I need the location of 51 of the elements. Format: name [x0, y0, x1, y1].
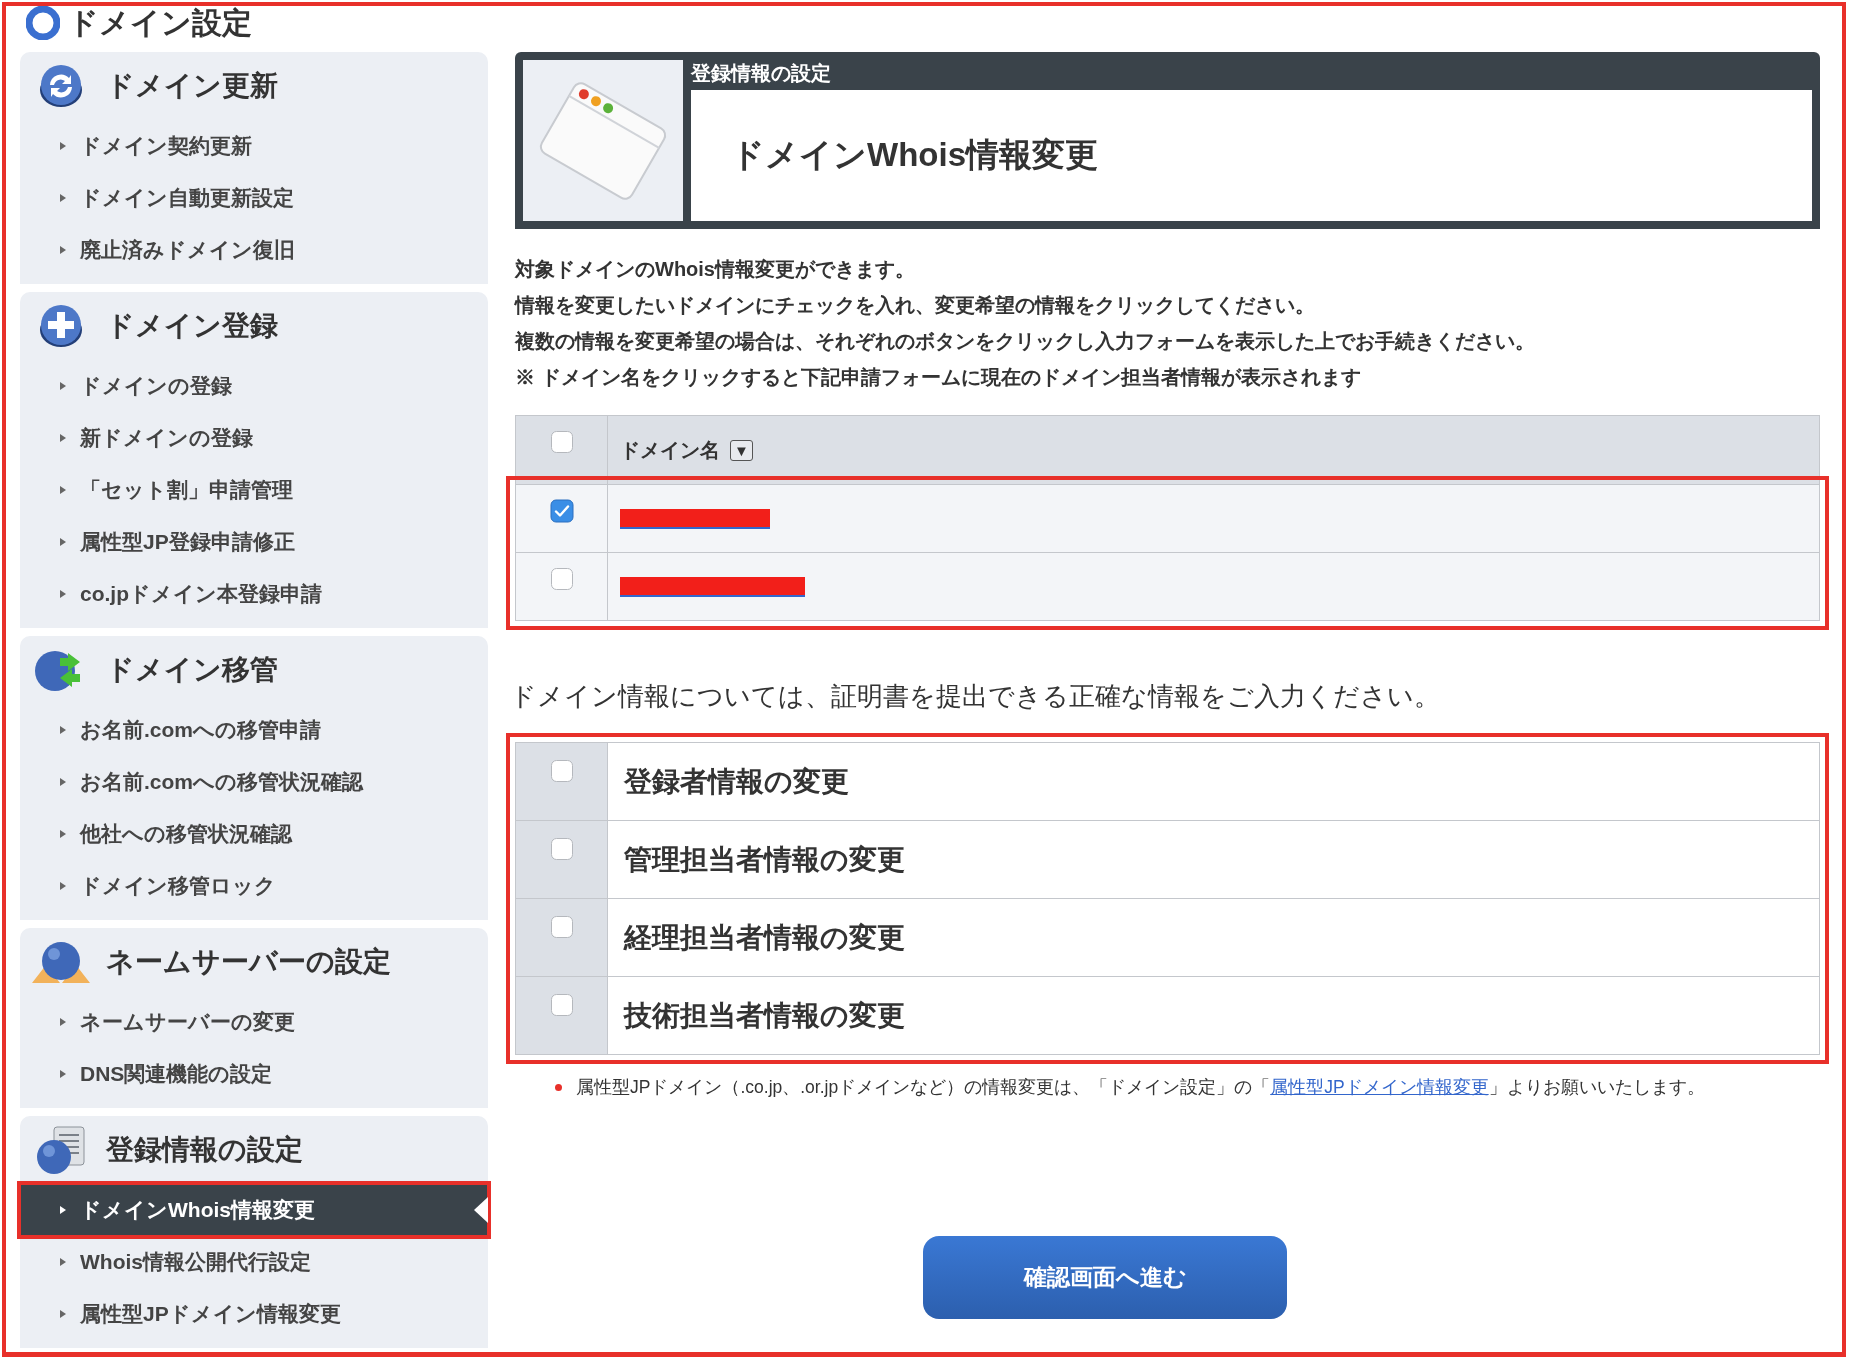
sidebar-item[interactable]: ドメイン自動更新設定 [20, 172, 488, 224]
sidebar-heading: ネームサーバーの設定 [106, 945, 391, 979]
checkbox[interactable] [549, 837, 574, 861]
checkbox[interactable] [549, 430, 574, 454]
sidebar-item[interactable]: ドメイン移管ロック [20, 860, 488, 912]
confirm-button[interactable]: 確認画面へ進む [923, 1236, 1287, 1319]
header-category: 登録情報の設定 [691, 61, 832, 86]
option-label[interactable]: 技術担当者情報の変更 [624, 996, 905, 1035]
sidebar-item[interactable]: co.jpドメイン本登録申請 [20, 568, 488, 620]
sidebar-item[interactable]: Whois情報公開代行設定 [20, 1236, 488, 1288]
checkbox[interactable] [549, 759, 574, 783]
option-label[interactable]: 登録者情報の変更 [624, 762, 849, 801]
description-line: ※ ドメイン名をクリックすると下記申請フォームに現在のドメイン担当者情報が表示されます [515, 365, 1362, 390]
sidebar-item[interactable]: お名前.comへの移管申請 [20, 704, 488, 756]
checkbox[interactable] [549, 567, 574, 591]
description-line: 複数の情報を変更希望の場合は、それぞれのボタンをクリックし入力フォームを表示した上でお手続きください。 [515, 329, 1536, 354]
note-text: 属性型JPドメイン（.co.jp、.or.jpドメインなど）の情報変更は、「ドメイン設定」の「属性型JPドメイン情報変更」よりお願いいたします。 [576, 1076, 1705, 1099]
sidebar-item[interactable]: ネームサーバーの変更 [20, 996, 488, 1048]
sidebar-item[interactable]: DNS関連機能の設定 [20, 1048, 488, 1100]
server-globe-icon [30, 939, 92, 985]
sidebar-heading: ドメイン移管 [106, 653, 278, 687]
description-line: 対象ドメインのWhois情報変更ができます。 [515, 257, 916, 282]
checkbox[interactable] [549, 915, 574, 939]
document-globe-icon [34, 1125, 88, 1175]
checkbox[interactable] [549, 499, 574, 523]
page-title: ドメイン設定 [68, 5, 252, 41]
option-label[interactable]: 経理担当者情報の変更 [624, 918, 905, 957]
sidebar-item[interactable]: 属性型JP登録申請修正 [20, 516, 488, 568]
description-line: 情報を変更したいドメインにチェックを入れ、変更希望の情報をクリックしてください。 [515, 293, 1316, 318]
notice-text: ドメイン情報については、証明書を提出できる正確な情報をご入力ください。 [510, 680, 1441, 713]
sidebar-item[interactable]: ドメイン契約更新 [20, 120, 488, 172]
link[interactable]: 属性型JPドメイン情報変更 [1270, 1077, 1489, 1097]
sidebar-item[interactable]: ドメインWhois情報変更 [20, 1184, 488, 1236]
sidebar-item[interactable]: お名前.comへの移管状況確認 [20, 756, 488, 808]
sidebar-item[interactable]: 新ドメインの登録 [20, 412, 488, 464]
sidebar-item[interactable]: 他社への移管状況確認 [20, 808, 488, 860]
sidebar-heading: 登録情報の設定 [106, 1133, 303, 1167]
sidebar-item[interactable]: 属性型JPドメイン情報変更 [20, 1288, 488, 1340]
sidebar-item[interactable]: 廃止済みドメイン復旧 [20, 224, 488, 276]
page-heading: ドメインWhois情報変更 [731, 135, 1098, 175]
sort-button[interactable]: ▼ [730, 439, 753, 461]
option-label[interactable]: 管理担当者情報の変更 [624, 840, 905, 879]
bullet-icon [555, 1083, 562, 1091]
sidebar-heading: ドメイン登録 [106, 309, 278, 343]
checkbox[interactable] [549, 993, 574, 1017]
sidebar-item[interactable]: 「セット割」申請管理 [20, 464, 488, 516]
sidebar-heading: ドメイン更新 [106, 69, 278, 103]
sidebar-item[interactable]: ドメインの登録 [20, 360, 488, 412]
refresh-icon [38, 63, 84, 109]
column-header[interactable]: ドメイン名 [620, 436, 720, 464]
plus-icon [38, 303, 84, 349]
